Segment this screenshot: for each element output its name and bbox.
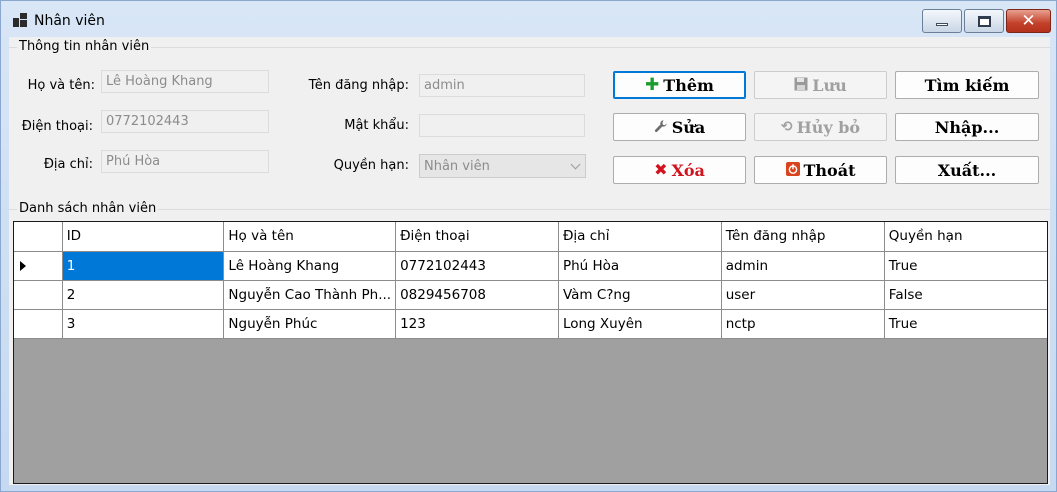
phone-field[interactable]: 0772102443: [101, 110, 269, 133]
minimize-icon: [936, 22, 948, 26]
cancel-button-label: Hủy bỏ: [796, 117, 861, 137]
table-cell[interactable]: admin: [720, 250, 885, 281]
main-window: Nhân viên ✕ Thông tin nhân viên Họ và tê…: [0, 0, 1057, 492]
row-header[interactable]: [14, 308, 63, 339]
table-cell[interactable]: 123: [395, 308, 559, 339]
exit-button-label: Thoát: [803, 160, 856, 180]
power-icon: [785, 161, 800, 179]
add-button-label: Thêm: [663, 75, 714, 95]
password-label: Mật khẩu:: [344, 118, 409, 133]
app-icon: [13, 13, 27, 27]
x-icon: ✖: [654, 160, 668, 179]
table-cell[interactable]: Lê Hoàng Khang: [223, 250, 397, 281]
table-cell[interactable]: 0829456708: [395, 279, 559, 310]
username-label: Tên đăng nhập:: [308, 78, 409, 93]
save-button-label: Lưu: [812, 75, 847, 95]
column-header-id[interactable]: ID: [61, 222, 225, 252]
add-button[interactable]: ✚ Thêm: [613, 71, 746, 99]
wrench-icon: [654, 119, 668, 136]
column-header-phone[interactable]: Điện thoại: [395, 222, 559, 252]
save-button[interactable]: Lưu: [754, 71, 887, 99]
delete-button[interactable]: ✖ Xóa: [613, 156, 746, 184]
address-label: Địa chỉ:: [43, 157, 93, 172]
cancel-button[interactable]: ⟲ Hủy bỏ: [754, 113, 887, 141]
username-field[interactable]: admin: [419, 74, 585, 97]
export-button-label: Xuất...: [937, 160, 997, 180]
table-cell[interactable]: Vàm C?ng: [557, 279, 722, 310]
table-cell[interactable]: Nguyễn Phúc: [223, 308, 397, 339]
table-cell[interactable]: user: [720, 279, 885, 310]
table-row[interactable]: 1 Lê Hoàng Khang 0772102443 Phú Hòa admi…: [14, 250, 1047, 281]
chevron-down-icon: [570, 159, 581, 170]
address-field[interactable]: Phú Hòa: [101, 150, 269, 173]
client-area: Thông tin nhân viên Họ và tên: Lê Hoàng …: [9, 37, 1050, 485]
column-header-role[interactable]: Quyền hạn: [883, 222, 1047, 252]
maximize-button[interactable]: [964, 9, 1004, 33]
employee-list-caption: Danh sách nhân viên: [17, 201, 159, 216]
employee-info-caption: Thông tin nhân viên: [17, 39, 152, 54]
exit-button[interactable]: Thoát: [754, 156, 887, 184]
import-button[interactable]: Nhập...: [895, 113, 1039, 141]
row-header-corner[interactable]: [14, 222, 63, 252]
title-bar[interactable]: Nhân viên ✕: [1, 1, 1056, 37]
employee-grid[interactable]: ID Họ và tên Điện thoại Địa chỉ Tên đăng…: [13, 221, 1048, 484]
plus-icon: ✚: [645, 74, 660, 95]
employee-table: ID Họ và tên Điện thoại Địa chỉ Tên đăng…: [14, 222, 1047, 339]
column-header-name[interactable]: Họ và tên: [223, 222, 397, 252]
password-field[interactable]: [419, 114, 585, 137]
table-cell[interactable]: nctp: [720, 308, 885, 339]
row-header-selected[interactable]: [14, 250, 63, 281]
table-cell[interactable]: Long Xuyên: [557, 308, 722, 339]
column-header-username[interactable]: Tên đăng nhập: [720, 222, 885, 252]
search-button-label: Tìm kiếm: [924, 75, 1010, 95]
table-cell[interactable]: 0772102443: [395, 250, 559, 281]
close-button[interactable]: ✕: [1006, 9, 1051, 33]
table-header-row: ID Họ và tên Điện thoại Địa chỉ Tên đăng…: [14, 222, 1047, 252]
name-label: Họ và tên:: [27, 78, 95, 93]
window-title: Nhân viên: [34, 13, 105, 29]
role-select[interactable]: Nhân viên: [419, 154, 586, 178]
search-button[interactable]: Tìm kiếm: [895, 71, 1039, 99]
edit-button-label: Sửa: [671, 117, 706, 137]
role-label: Quyền hạn:: [333, 158, 409, 173]
edit-button[interactable]: Sửa: [613, 113, 746, 141]
export-button[interactable]: Xuất...: [895, 156, 1039, 184]
phone-label: Điện thoại:: [21, 119, 93, 134]
import-button-label: Nhập...: [934, 117, 1000, 137]
current-row-arrow-icon: [20, 260, 26, 271]
table-cell[interactable]: True: [883, 250, 1047, 281]
role-select-value: Nhân viên: [424, 159, 490, 174]
table-cell[interactable]: 3: [61, 308, 225, 339]
delete-button-label: Xóa: [671, 160, 705, 180]
table-cell[interactable]: True: [883, 308, 1047, 339]
table-cell[interactable]: False: [883, 279, 1047, 310]
table-row[interactable]: 2 Nguyễn Cao Thành Ph... 0829456708 Vàm …: [14, 279, 1047, 310]
table-cell[interactable]: Nguyễn Cao Thành Ph...: [223, 279, 397, 310]
floppy-icon: [794, 77, 808, 94]
close-icon: ✕: [1021, 10, 1036, 31]
table-cell[interactable]: Phú Hòa: [557, 250, 722, 281]
maximize-icon: [977, 15, 991, 27]
undo-icon: ⟲: [780, 119, 793, 135]
row-header[interactable]: [14, 279, 63, 310]
minimize-button[interactable]: [922, 9, 962, 33]
name-field[interactable]: Lê Hoàng Khang: [101, 70, 269, 93]
column-header-address[interactable]: Địa chỉ: [557, 222, 722, 252]
table-cell[interactable]: 1: [61, 250, 225, 281]
table-row[interactable]: 3 Nguyễn Phúc 123 Long Xuyên nctp True: [14, 308, 1047, 339]
table-cell[interactable]: 2: [61, 279, 225, 310]
